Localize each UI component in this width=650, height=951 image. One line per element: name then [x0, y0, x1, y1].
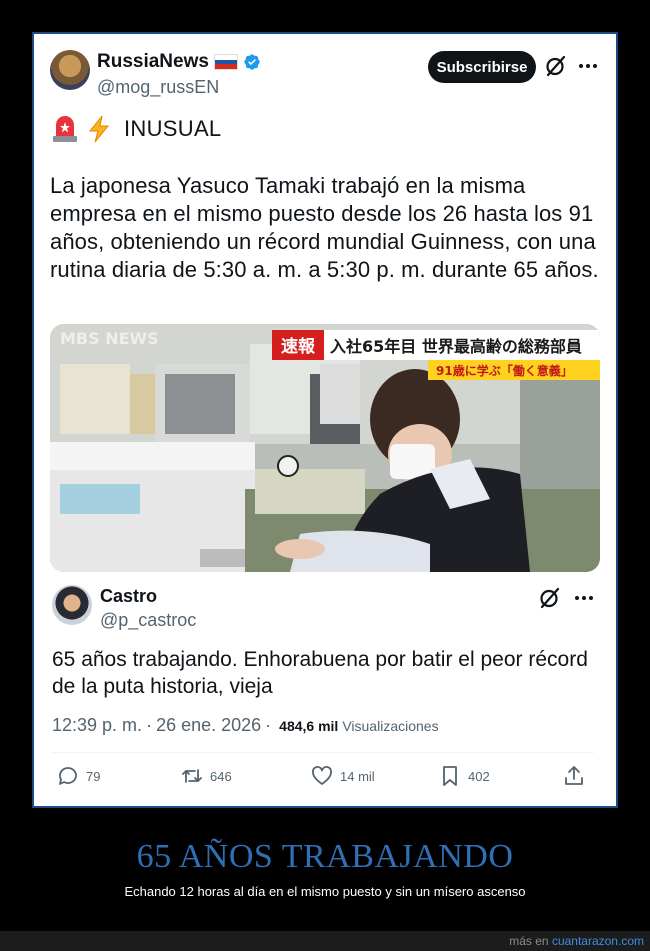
more-icon[interactable]	[576, 54, 600, 78]
reply-body: 65 años trabajando. Enhorabuena por bati…	[52, 648, 588, 698]
share-button[interactable]	[562, 764, 586, 788]
caption-headline: 65 AÑOS TRABAJANDO	[136, 838, 514, 875]
caption-subhead: Echando 12 horas al día en el mismo pues…	[124, 884, 526, 899]
banner-tag: 速報	[281, 336, 316, 357]
subscribe-button[interactable]: Subscribirse	[428, 51, 536, 83]
reply-icon	[59, 767, 77, 785]
tweet-tag-row: INUSUAL	[50, 114, 221, 144]
reply-author-avatar[interactable]	[52, 585, 92, 625]
like-count: 14 mil	[340, 768, 375, 784]
more-icon[interactable]	[572, 586, 596, 610]
reply-meta-row: 12:39 p. m. · 26 ene. 2026 · 484,6 mil V…	[52, 715, 439, 736]
author-handle[interactable]: @mog_russEN	[97, 77, 219, 98]
lightning-icon	[88, 115, 110, 143]
bookmark-icon	[443, 766, 457, 786]
tweet-tag-text: INUSUAL	[124, 116, 222, 141]
retweet-count: 646	[210, 768, 232, 784]
meta-separator: ·	[265, 715, 272, 735]
banner-subheadline: 91歳に学ぶ「働く意義」	[436, 363, 573, 378]
verified-icon	[244, 54, 260, 70]
meta-separator: ·	[146, 715, 153, 735]
grok-icon[interactable]	[544, 54, 568, 78]
banner-headline: 入社65年目 世界最高齢の総務部員	[330, 337, 582, 356]
reply-date[interactable]: 26 ene. 2026	[156, 715, 261, 736]
heart-icon	[312, 766, 332, 785]
tweet-body: La japonesa Yasuco Tamaki trabajó en la …	[50, 173, 599, 282]
tweet-card: RussiaNews @mog_russEN Subscribirse INUS…	[34, 34, 616, 806]
retweet-button[interactable]: 646	[180, 764, 232, 788]
retweet-icon	[182, 769, 202, 783]
footer-site-link[interactable]: cuantarazon.com	[552, 934, 644, 948]
divider	[52, 752, 594, 753]
like-button[interactable]: 14 mil	[310, 764, 375, 788]
views-label[interactable]: Visualizaciones	[342, 718, 438, 734]
grok-icon[interactable]	[538, 586, 562, 610]
russia-flag-icon	[213, 54, 238, 70]
broadcaster-logo: MBS NEWS	[60, 329, 159, 348]
author-name-row: RussiaNews	[97, 51, 261, 73]
reply-author-handle[interactable]: @p_castroc	[100, 610, 196, 631]
footer-credit: más en cuantarazon.com	[509, 934, 644, 948]
reply-author-name[interactable]: Castro	[100, 586, 157, 607]
views-count: 484,6 mil	[279, 718, 339, 734]
reply-button[interactable]: 79	[56, 764, 100, 788]
share-icon	[565, 766, 583, 785]
reply-count: 79	[86, 768, 101, 784]
author-avatar[interactable]	[50, 50, 90, 90]
site-footer: más en cuantarazon.com	[0, 931, 650, 951]
siren-icon	[53, 116, 77, 142]
reply-time[interactable]: 12:39 p. m.	[52, 715, 142, 736]
bookmark-count: 402	[468, 768, 490, 784]
bookmark-button[interactable]: 402	[438, 764, 490, 788]
office-worker-photo: 速報 入社65年目 世界最高齢の総務部員 91歳に学ぶ「働く意義」 MBS NE…	[50, 324, 600, 572]
tweet-media-image[interactable]: 速報 入社65年目 世界最高齢の総務部員 91歳に学ぶ「働く意義」 MBS NE…	[50, 324, 600, 572]
tweet-screenshot-frame: RussiaNews @mog_russEN Subscribirse INUS…	[32, 32, 618, 808]
author-name[interactable]: RussiaNews	[97, 51, 209, 73]
footer-prefix: más en	[509, 934, 549, 948]
